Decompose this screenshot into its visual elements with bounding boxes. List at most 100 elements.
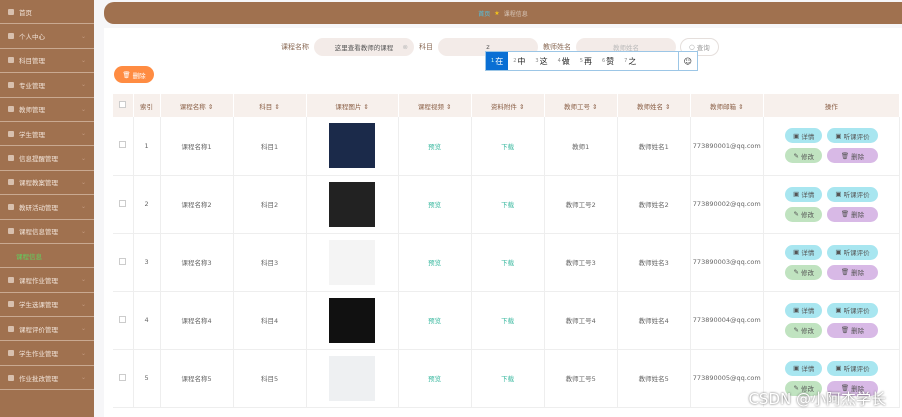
sidebar-item[interactable]: 课程教案管理 ⌄: [0, 171, 94, 196]
file-cell: 下载: [471, 175, 545, 234]
sidebar-item[interactable]: 科目管理 ⌄: [0, 49, 94, 74]
emoji-icon[interactable]: ☺: [677, 52, 697, 70]
row-checkbox-cell: [113, 291, 134, 350]
video-preview-link[interactable]: 预览: [428, 375, 441, 383]
ime-candidate[interactable]: 2中: [508, 52, 530, 70]
detail-button[interactable]: ▣ 详情: [785, 302, 823, 318]
column-header[interactable]: 资料附件 ⇕: [471, 94, 545, 117]
row-checkbox[interactable]: [119, 257, 127, 265]
review-button[interactable]: ▣ 听课评价: [827, 244, 878, 260]
file-download-link[interactable]: 下载: [501, 201, 514, 209]
video-cell: 预览: [398, 291, 472, 350]
review-button[interactable]: ▣ 听课评价: [827, 186, 878, 202]
sidebar-item[interactable]: 个人中心 ⌄: [0, 24, 94, 49]
edit-button[interactable]: ✎ 修改: [785, 264, 823, 280]
menu-icon: [8, 57, 14, 64]
sidebar-item[interactable]: 教研活动管理 ⌄: [0, 195, 94, 220]
trash-icon: 🗑: [122, 70, 133, 79]
menu-icon: [8, 106, 14, 113]
detail-button[interactable]: ▣ 详情: [785, 186, 823, 202]
batch-delete-button[interactable]: 🗑 删除: [114, 66, 154, 83]
sidebar-item[interactable]: 作业批改管理 ⌄: [0, 366, 94, 391]
sidebar-item[interactable]: 信息提醒管理 ⌄: [0, 146, 94, 171]
clear-icon[interactable]: ⊗: [403, 43, 408, 51]
sidebar-item[interactable]: 课程信息: [0, 244, 94, 269]
sidebar-item[interactable]: 首页: [0, 0, 94, 25]
edit-button[interactable]: ✎ 修改: [785, 322, 823, 338]
video-preview-link[interactable]: 预览: [428, 259, 441, 267]
delete-button[interactable]: 🗑 删除: [827, 322, 878, 338]
menu-icon: [8, 276, 14, 283]
video-preview-link[interactable]: 预览: [428, 143, 441, 151]
chevron-down-icon: ⌄: [80, 300, 86, 308]
subject-cell: 科目4: [233, 291, 307, 350]
teacher-name-cell: 教师姓名2: [617, 175, 691, 234]
detail-label: 详情: [801, 191, 815, 199]
column-header-label: 科目: [259, 102, 273, 111]
detail-button[interactable]: ▣ 详情: [785, 128, 823, 144]
delete-button[interactable]: 🗑 删除: [827, 206, 878, 222]
sidebar-item[interactable]: 教师管理 ⌄: [0, 98, 94, 122]
teacher-email-cell: 773890001@qq.com: [690, 117, 764, 176]
review-button[interactable]: ▣ 听课评价: [827, 302, 878, 318]
sidebar-item[interactable]: 课程评价管理 ⌄: [0, 317, 94, 342]
row-checkbox[interactable]: [119, 373, 127, 381]
ime-candidate[interactable]: 6赞: [597, 52, 619, 70]
column-header[interactable]: 课程视频 ⇕: [398, 94, 472, 117]
teacher-email-cell: 773890002@qq.com: [690, 175, 764, 234]
file-download-link[interactable]: 下载: [501, 143, 514, 151]
edit-button[interactable]: ✎ 修改: [785, 206, 823, 222]
batch-delete-label: 删除: [132, 71, 146, 80]
select-all-checkbox[interactable]: [119, 101, 127, 108]
column-header[interactable]: 教师邮箱 ⇕: [690, 94, 764, 117]
sidebar-item[interactable]: 课程作业管理 ⌄: [0, 268, 94, 293]
delete-label: 删除: [851, 211, 865, 219]
detail-button[interactable]: ▣ 详情: [785, 244, 823, 260]
review-label: 听课评价: [843, 307, 870, 315]
column-header[interactable]: 教师工号 ⇕: [544, 94, 618, 117]
table-row: 2 课程名称2 科目2 预览 下载 教师工号2 教师姓名2 773890002@…: [113, 175, 901, 234]
file-download-link[interactable]: 下载: [501, 375, 514, 383]
file-download-link[interactable]: 下载: [501, 317, 514, 325]
column-header[interactable]: 科目 ⇕: [233, 94, 307, 117]
sidebar-item[interactable]: 课程信息管理 ⌄: [0, 220, 94, 244]
chevron-down-icon: ⌄: [80, 178, 86, 186]
detail-button[interactable]: ▣ 详情: [785, 360, 823, 376]
delete-button[interactable]: 🗑 删除: [827, 148, 878, 164]
ime-candidate[interactable]: 3这: [530, 52, 552, 70]
column-header[interactable]: 教师姓名 ⇕: [617, 94, 691, 117]
row-checkbox[interactable]: [119, 315, 127, 323]
subject-cell: 科目5: [233, 349, 307, 408]
ime-candidate[interactable]: 1在: [486, 52, 509, 70]
course-name-value: 这里查看教师的课程: [334, 44, 394, 52]
row-checkbox[interactable]: [119, 199, 127, 207]
ime-candidate[interactable]: 5再: [575, 52, 597, 70]
file-cell: 下载: [471, 291, 545, 350]
column-header-label: 索引: [140, 102, 153, 111]
ime-candidate[interactable]: 4做: [553, 52, 575, 70]
delete-button[interactable]: 🗑 删除: [827, 264, 878, 280]
course-image-cell: [306, 175, 399, 234]
edit-button[interactable]: ✎ 修改: [785, 148, 823, 164]
sidebar-item[interactable]: 学生管理 ⌄: [0, 122, 94, 147]
sidebar-item-label: 课程信息管理: [19, 228, 58, 237]
review-button[interactable]: ▣ 听课评价: [827, 360, 878, 376]
teacher-id-cell: 教师1: [544, 117, 618, 176]
row-checkbox[interactable]: [119, 141, 127, 149]
ime-candidate[interactable]: 7之: [619, 52, 641, 70]
breadcrumb-home[interactable]: 首页: [478, 9, 490, 18]
sidebar-item[interactable]: 专业管理 ⌄: [0, 73, 94, 98]
course-name-input[interactable]: 这里查看教师的课程 ⊗: [314, 38, 414, 56]
sidebar-item[interactable]: 学生作业管理 ⌄: [0, 341, 94, 366]
sidebar-item[interactable]: 学生选课管理 ⌄: [0, 293, 94, 318]
file-download-link[interactable]: 下载: [501, 259, 514, 267]
ime-candidate-text: 之: [628, 56, 637, 66]
main-content: 课程名称 这里查看教师的课程 ⊗ 科目 z 教师姓名 教师姓名 ○ 查询 1在2中…: [104, 28, 902, 417]
column-header[interactable]: 课程图片 ⇕: [306, 94, 399, 117]
review-button[interactable]: ▣ 听课评价: [827, 128, 878, 144]
video-preview-link[interactable]: 预览: [428, 317, 441, 325]
file-cell: 下载: [471, 117, 545, 176]
column-header[interactable]: 课程名称 ⇕: [160, 94, 234, 117]
video-preview-link[interactable]: 预览: [428, 201, 441, 209]
detail-label: 详情: [801, 249, 815, 257]
